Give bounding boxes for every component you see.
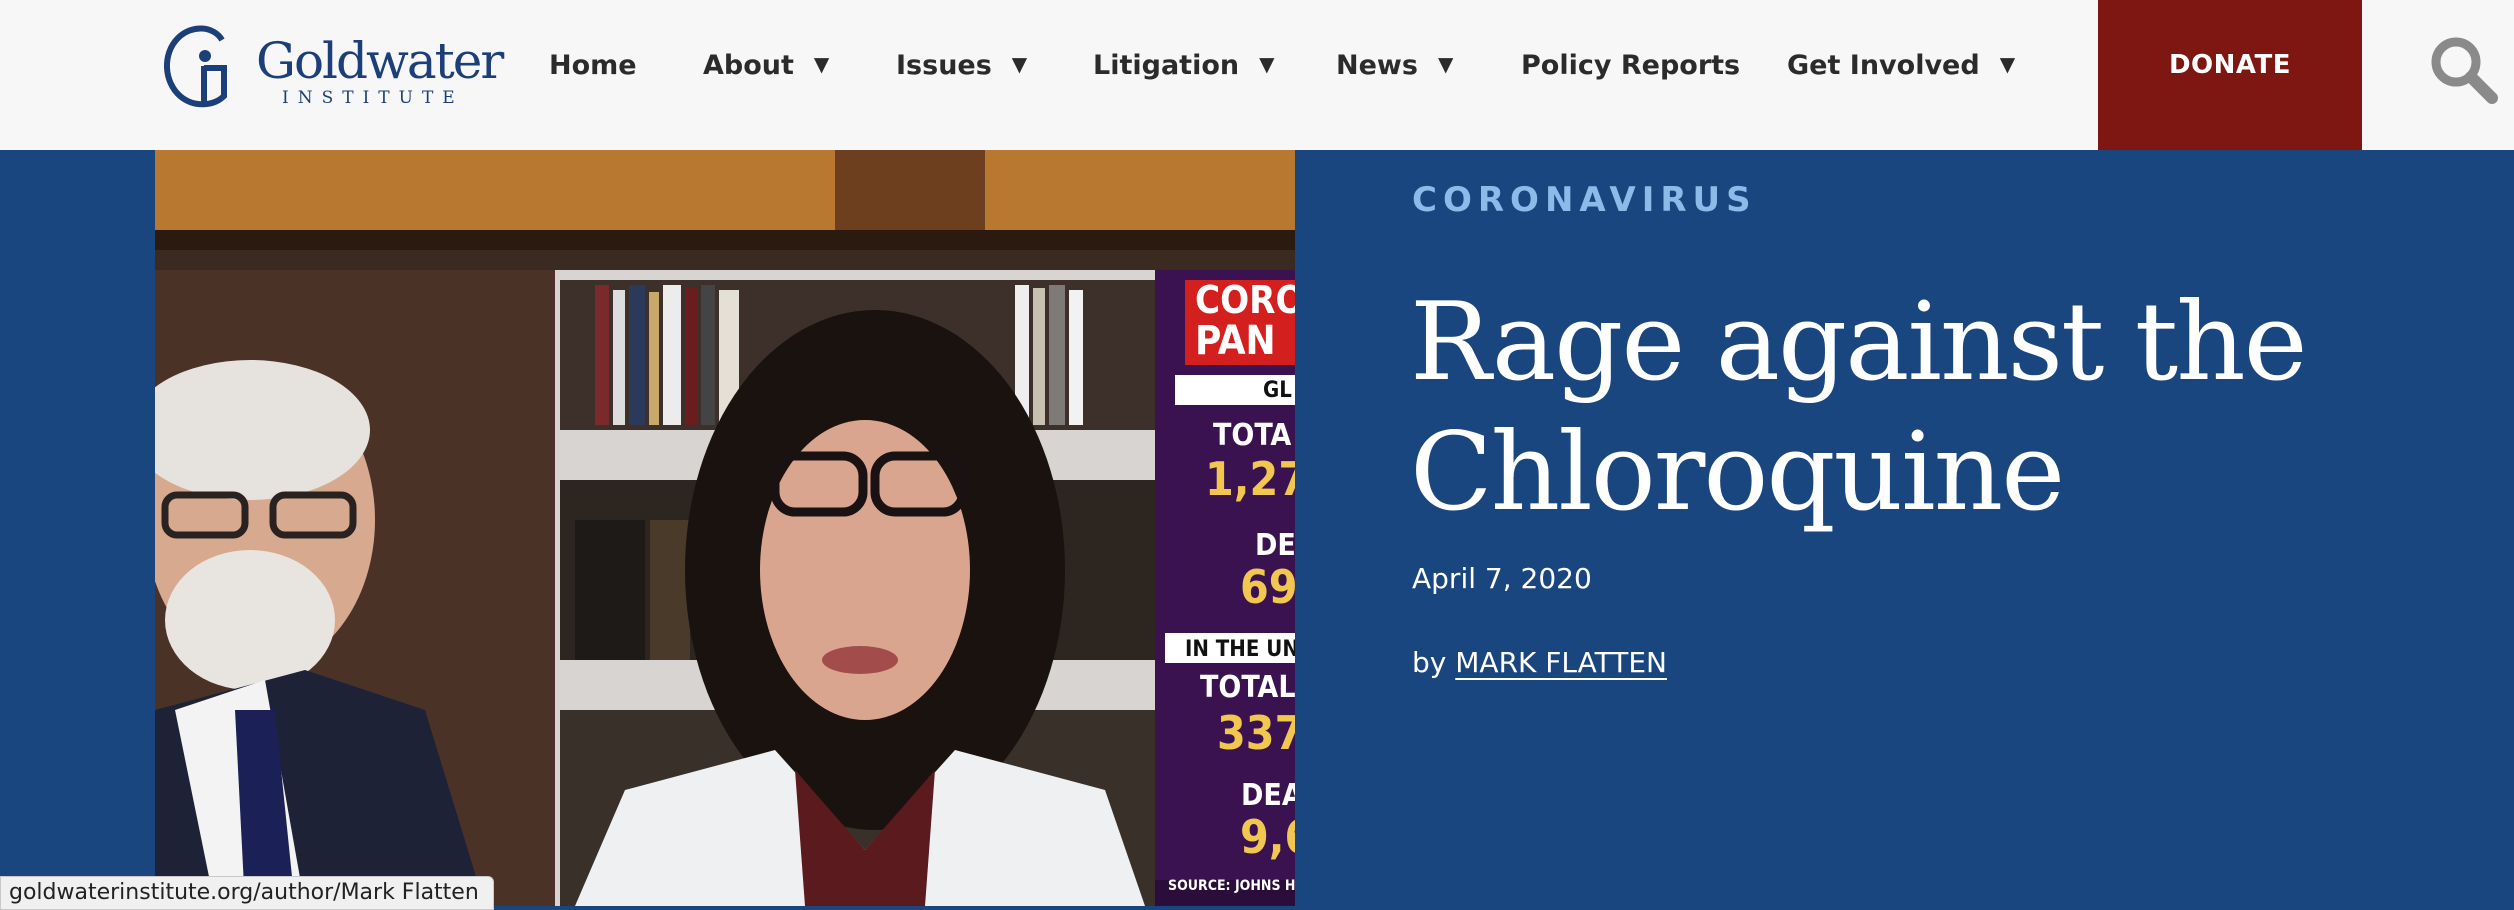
tv-value: 69 (1240, 560, 1295, 614)
byline: by MARK FLATTEN (1412, 646, 1667, 679)
article-date: April 7, 2020 (1412, 562, 1592, 595)
tv-banner-text: CORO (1195, 278, 1295, 322)
nav-get-involved[interactable]: Get Involved ▼ (1787, 46, 2015, 86)
hero-image: CORO PAN GL TOTA 1,27 DE 69 IN THE UN TO… (155, 150, 1295, 906)
title-line: Rage against the (1410, 280, 2308, 405)
nav-litigation[interactable]: Litigation ▼ (1093, 46, 1275, 86)
tv-value: 337 (1217, 706, 1295, 760)
nav-policy-reports[interactable]: Policy Reports (1521, 46, 1740, 86)
nav-label: Issues (896, 50, 992, 81)
tv-screenshot-illustration (155, 150, 1295, 906)
nav-label: Home (549, 50, 637, 81)
link-preview-statusbar: goldwaterinstitute.org/author/Mark Flatt… (0, 876, 494, 910)
tv-label: TOTAL (1200, 670, 1295, 705)
byline-prefix: by (1412, 646, 1447, 679)
statusbar-url: goldwaterinstitute.org/author/Mark Flatt… (9, 880, 479, 905)
caret-down-icon: ▼ (1011, 52, 1028, 76)
caret-down-icon: ▼ (1259, 52, 1275, 76)
search-button[interactable] (2424, 30, 2504, 110)
search-icon (2431, 37, 2498, 104)
caret-down-icon: ▼ (1999, 52, 2016, 76)
nav-issues[interactable]: Issues ▼ (896, 46, 1027, 86)
author-link[interactable]: MARK FLATTEN (1455, 646, 1667, 679)
tv-value: 9,6 (1240, 810, 1295, 864)
nav-label: Policy Reports (1521, 50, 1741, 81)
nav-about[interactable]: About ▼ (703, 46, 829, 86)
nav-home[interactable]: Home (549, 46, 637, 86)
tv-source: SOURCE: JOHNS H (1168, 878, 1295, 894)
nav-label: About (703, 50, 794, 81)
tv-label: IN THE UN (1185, 637, 1295, 662)
tv-banner-text: PAN (1195, 318, 1276, 364)
caret-down-icon: ▼ (813, 52, 830, 76)
category-link[interactable]: CORONAVIRUS (1412, 180, 1757, 220)
nav-label: News (1336, 50, 1418, 81)
nav-label: Litigation (1093, 50, 1240, 81)
caret-down-icon: ▼ (1437, 52, 1454, 76)
tv-value: 1,27 (1205, 452, 1295, 506)
site-header: Goldwater INSTITUTE Home About ▼ Issues ▼ … (0, 0, 2514, 150)
nav-news[interactable]: News ▼ (1336, 46, 1453, 86)
tv-label: GL (1263, 378, 1292, 403)
title-line: Chloroquine (1410, 410, 2065, 535)
tv-label: DEA (1241, 778, 1295, 813)
donate-button[interactable]: DONATE (2098, 0, 2362, 150)
tv-label: DE (1255, 528, 1295, 563)
tv-label: TOTA (1213, 418, 1292, 453)
article-title: Rage against the Chloroquine (1410, 278, 2450, 538)
nav-label: Get Involved (1787, 50, 1980, 81)
